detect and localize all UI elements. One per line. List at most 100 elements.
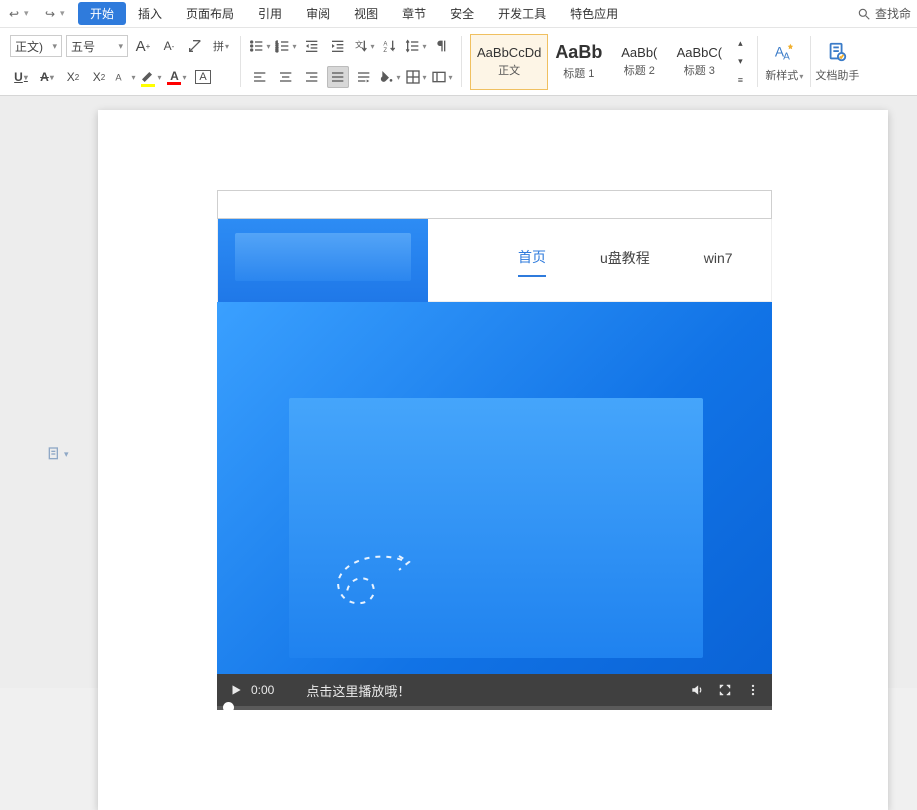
font-color-button[interactable]: A ▾ bbox=[166, 66, 188, 88]
font-name-select[interactable]: 正文)▾ bbox=[10, 35, 62, 57]
new-style-icon: AA bbox=[773, 41, 795, 63]
menu-tab-6[interactable]: 章节 bbox=[390, 2, 438, 25]
nav-tabs: 首页 u盘教程 win7 bbox=[518, 247, 733, 277]
paragraph-group: ▾ 123▾ 文▾ AZ ▾ ▾ ▾ ▾ bbox=[243, 32, 459, 91]
underline-button[interactable]: U▾ bbox=[10, 66, 32, 88]
play-icon[interactable] bbox=[229, 683, 243, 697]
redo-button[interactable]: ↪ bbox=[42, 6, 58, 22]
align-center-button[interactable] bbox=[275, 66, 297, 88]
pinyin-guide-button[interactable]: 拼▾ bbox=[210, 35, 232, 57]
menu-bar: ↩ ▾ ↪ ▾ 开始插入页面布局引用审阅视图章节安全开发工具特色应用 查找命 bbox=[0, 0, 917, 28]
nav-tab-1[interactable]: u盘教程 bbox=[600, 248, 650, 276]
search-icon bbox=[857, 7, 871, 21]
more-icon[interactable] bbox=[746, 683, 760, 697]
clear-format-button[interactable] bbox=[184, 35, 206, 57]
new-style-button[interactable]: AA 新样式▾ bbox=[760, 32, 808, 92]
embedded-screenshot: 首页 u盘教程 win7 0:00 点击这里播放哦！ bbox=[217, 190, 772, 710]
shrink-font-button[interactable]: A- bbox=[158, 35, 180, 57]
grow-font-button[interactable]: A+ bbox=[132, 35, 154, 57]
strikethrough-button[interactable]: A▾ bbox=[36, 66, 58, 88]
swirl-arrow-icon bbox=[307, 552, 417, 632]
align-left-button[interactable] bbox=[249, 66, 271, 88]
distribute-button[interactable] bbox=[353, 66, 375, 88]
doc-assistant-icon bbox=[826, 41, 848, 63]
new-style-label: 新样式 bbox=[765, 70, 798, 82]
menu-tab-1[interactable]: 插入 bbox=[126, 2, 174, 25]
font-color-swatch bbox=[167, 82, 181, 85]
video-tip: 点击这里播放哦！ bbox=[306, 681, 410, 700]
style-label: 标题 1 bbox=[563, 65, 594, 81]
ribbon: 正文)▾ 五号▾ A+ A- 拼▾ U▾ A▾ X2 X2 A▾ ▾ bbox=[0, 28, 917, 96]
style-item-1[interactable]: AaBb 标题 1 bbox=[548, 34, 609, 90]
menu-tab-2[interactable]: 页面布局 bbox=[174, 2, 246, 25]
bullets-button[interactable]: ▾ bbox=[249, 35, 271, 57]
menu-tab-0[interactable]: 开始 bbox=[78, 2, 126, 25]
menu-tab-9[interactable]: 特色应用 bbox=[558, 2, 630, 25]
svg-text:A: A bbox=[116, 72, 123, 82]
highlight-button[interactable]: ▾ bbox=[140, 66, 162, 88]
increase-indent-button[interactable] bbox=[327, 35, 349, 57]
superscript-button[interactable]: X2 bbox=[62, 66, 84, 88]
style-label: 标题 3 bbox=[684, 62, 715, 78]
nav-tab-2[interactable]: win7 bbox=[704, 250, 733, 274]
styles-scroll-down[interactable]: ▾ bbox=[733, 54, 747, 70]
borders-button[interactable]: ▾ bbox=[405, 66, 427, 88]
highlight-swatch bbox=[141, 84, 155, 87]
font-group: 正文)▾ 五号▾ A+ A- 拼▾ U▾ A▾ X2 X2 A▾ ▾ bbox=[4, 32, 238, 91]
change-case-button[interactable]: A▾ bbox=[114, 66, 136, 88]
undo-dropdown[interactable]: ▾ bbox=[24, 8, 34, 19]
font-size-select[interactable]: 五号▾ bbox=[66, 35, 128, 57]
styles-scroll-up[interactable]: ▴ bbox=[733, 36, 747, 52]
styles-group: AaBbCcDd正文AaBb标题 1AaBb(标题 2AaBbC(标题 3 ▴ … bbox=[464, 32, 755, 91]
tabs-button[interactable]: ▾ bbox=[431, 66, 453, 88]
scrubber-knob[interactable] bbox=[223, 702, 234, 713]
fullscreen-icon[interactable] bbox=[718, 683, 732, 697]
sort-button[interactable]: AZ bbox=[379, 35, 401, 57]
volume-icon[interactable] bbox=[690, 683, 704, 697]
style-sample: AaBbC( bbox=[677, 45, 723, 60]
video-control-bar: 0:00 点击这里播放哦！ bbox=[217, 674, 772, 706]
document-canvas[interactable]: ▾ 首页u盘教程win7 0:00 点击这里播放哦！ bbox=[0, 96, 917, 688]
line-spacing-button[interactable]: ▾ bbox=[405, 35, 427, 57]
style-sample: AaBbCcDd bbox=[477, 45, 541, 60]
redo-dropdown[interactable]: ▾ bbox=[60, 8, 70, 19]
style-item-3[interactable]: AaBbC( 标题 3 bbox=[669, 34, 729, 90]
shading-button[interactable]: ▾ bbox=[379, 66, 401, 88]
decrease-indent-button[interactable] bbox=[301, 35, 323, 57]
font-name-value: 正文) bbox=[15, 38, 43, 55]
svg-text:A: A bbox=[783, 51, 790, 62]
align-right-button[interactable] bbox=[301, 66, 323, 88]
style-sample: AaBb( bbox=[621, 45, 657, 60]
embedded-header-bar bbox=[217, 190, 772, 219]
video-time: 0:00 bbox=[251, 683, 274, 697]
char-border-button[interactable]: A bbox=[192, 66, 214, 88]
menu-tab-4[interactable]: 审阅 bbox=[294, 2, 342, 25]
page-options-button[interactable]: ▾ bbox=[46, 446, 69, 462]
svg-text:A: A bbox=[383, 41, 387, 47]
style-label: 正文 bbox=[498, 62, 520, 78]
undo-button[interactable]: ↩ bbox=[6, 6, 22, 22]
style-item-0[interactable]: AaBbCcDd 正文 bbox=[470, 34, 548, 90]
menu-tab-3[interactable]: 引用 bbox=[246, 2, 294, 25]
menu-tab-8[interactable]: 开发工具 bbox=[486, 2, 558, 25]
show-marks-button[interactable] bbox=[431, 35, 453, 57]
text-direction-button[interactable]: 文▾ bbox=[353, 35, 375, 57]
subscript-button[interactable]: X2 bbox=[88, 66, 110, 88]
doc-assistant-button[interactable]: 文档助手 bbox=[813, 32, 861, 92]
align-justify-button[interactable] bbox=[327, 66, 349, 88]
style-label: 标题 2 bbox=[624, 62, 655, 78]
nav-tab-0[interactable]: 首页 bbox=[518, 247, 546, 277]
embedded-brand-row: 首页 u盘教程 win7 bbox=[217, 219, 772, 302]
style-sample: AaBb bbox=[555, 42, 602, 63]
brand-block bbox=[218, 219, 428, 302]
styles-expand[interactable]: ≡ bbox=[733, 72, 747, 88]
menu-tab-5[interactable]: 视图 bbox=[342, 2, 390, 25]
style-item-2[interactable]: AaBb( 标题 2 bbox=[609, 34, 669, 90]
numbering-button[interactable]: 123▾ bbox=[275, 35, 297, 57]
search-box[interactable]: 查找命 bbox=[857, 5, 911, 22]
video-scrubber[interactable] bbox=[217, 706, 772, 710]
font-size-value: 五号 bbox=[71, 38, 95, 55]
hero-banner bbox=[217, 302, 772, 674]
menu-tab-7[interactable]: 安全 bbox=[438, 2, 486, 25]
svg-text:文: 文 bbox=[355, 39, 363, 49]
